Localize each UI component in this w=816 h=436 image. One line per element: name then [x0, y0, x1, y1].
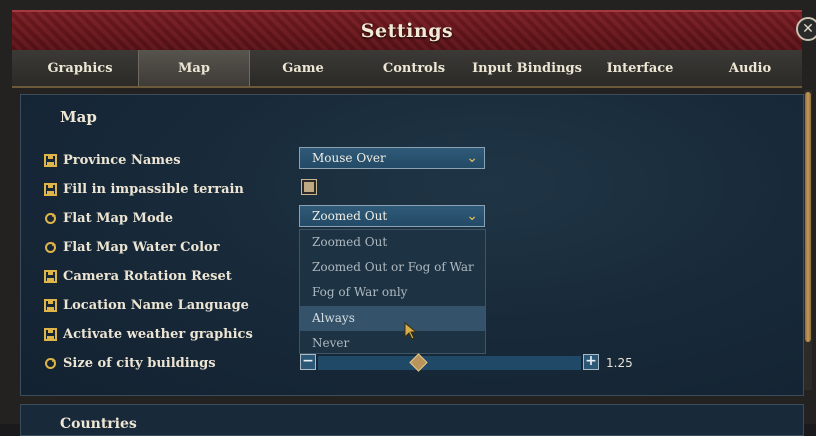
setting-label-fill-impassible: Fill in impassible terrain	[63, 182, 244, 197]
setting-label-province-names: Province Names	[63, 153, 181, 168]
menu-item-zoomed-out-or-fog[interactable]: Zoomed Out or Fog of War	[300, 255, 485, 280]
tab-map[interactable]: Map	[138, 50, 250, 86]
setting-label-location-name-language: Location Name Language	[63, 298, 249, 313]
settings-window: Settings ✕ Graphics Map Game Controls In…	[0, 0, 816, 436]
checkbox-fill	[304, 182, 314, 192]
chevron-down-icon: ⌄	[466, 208, 478, 224]
city-buildings-slider-track[interactable]	[318, 356, 581, 370]
flat-map-mode-value: Zoomed Out	[312, 209, 388, 223]
province-names-dropdown[interactable]: Mouse Over ⌄	[299, 147, 485, 169]
tab-audio[interactable]: Audio	[702, 50, 798, 86]
menu-item-fog-of-war-only[interactable]: Fog of War only	[300, 280, 485, 305]
tab-interface[interactable]: Interface	[590, 50, 690, 86]
fill-impassible-checkbox[interactable]	[301, 179, 317, 195]
province-names-value: Mouse Over	[312, 151, 386, 165]
chevron-down-icon: ⌄	[466, 150, 478, 166]
tab-bar: Graphics Map Game Controls Input Binding…	[12, 50, 802, 88]
setting-label-flat-map-water-color: Flat Map Water Color	[63, 240, 220, 255]
title-bar: Settings	[12, 10, 802, 52]
window-title: Settings	[360, 20, 454, 42]
close-icon[interactable]: ✕	[796, 17, 816, 41]
save-icon	[44, 154, 57, 167]
setting-label-camera-rotation-reset: Camera Rotation Reset	[63, 269, 232, 284]
section-title-countries: Countries	[60, 416, 137, 432]
menu-item-zoomed-out[interactable]: Zoomed Out	[300, 230, 485, 255]
section-title-map: Map	[60, 108, 97, 126]
save-icon	[44, 299, 57, 312]
tab-graphics[interactable]: Graphics	[30, 50, 130, 86]
countries-settings-panel	[20, 404, 804, 436]
refresh-icon	[45, 242, 56, 253]
flat-map-mode-dropdown[interactable]: Zoomed Out ⌄	[299, 205, 485, 227]
flat-map-mode-menu: Zoomed Out Zoomed Out or Fog of War Fog …	[299, 229, 486, 354]
menu-item-always[interactable]: Always	[300, 306, 485, 331]
city-buildings-value: 1.25	[606, 356, 633, 370]
slider-decrease-button[interactable]: −	[300, 354, 316, 370]
save-icon	[44, 270, 57, 283]
save-icon	[44, 328, 57, 341]
refresh-icon	[45, 358, 56, 369]
refresh-icon	[45, 213, 56, 224]
save-icon	[44, 183, 57, 196]
tab-controls[interactable]: Controls	[364, 50, 464, 86]
mouse-cursor-icon	[404, 322, 418, 340]
menu-item-never[interactable]: Never	[300, 331, 485, 356]
tab-game[interactable]: Game	[252, 50, 354, 86]
tab-input-bindings[interactable]: Input Bindings	[470, 50, 584, 86]
setting-label-weather-graphics: Activate weather graphics	[63, 327, 253, 342]
scrollbar-thumb[interactable]	[805, 92, 811, 342]
setting-label-city-buildings: Size of city buildings	[63, 356, 216, 371]
slider-increase-button[interactable]: +	[583, 354, 599, 370]
setting-label-flat-map-mode: Flat Map Mode	[63, 211, 173, 226]
